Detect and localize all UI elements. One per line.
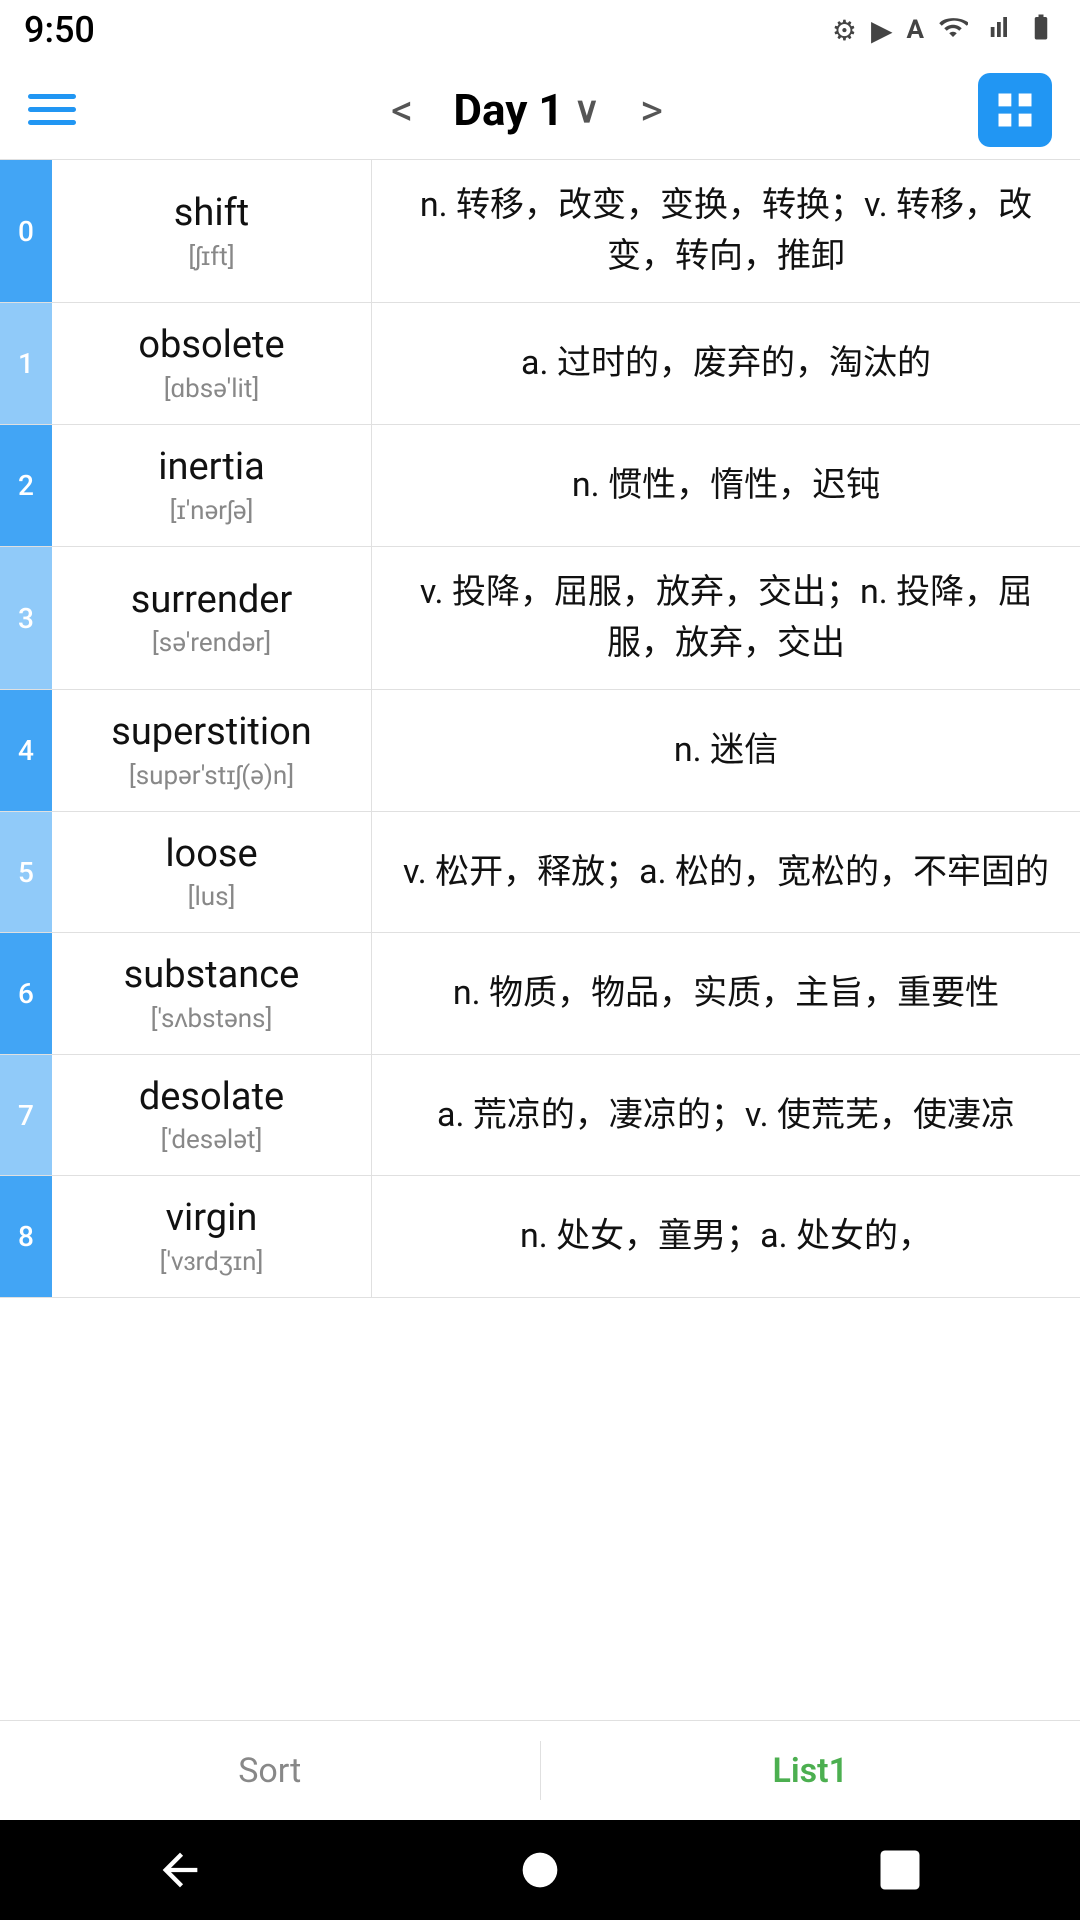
- word-definition: n. 处女，童男；a. 处女的，: [372, 1176, 1080, 1297]
- day-title[interactable]: Day 1 ∨: [453, 84, 600, 136]
- word-phonetic: [sə'rendər]: [152, 628, 271, 658]
- status-icons: ⚙ ▶ A: [832, 12, 1056, 49]
- word-definition: n. 转移，改变，变换，转换；v. 转移，改变，转向，推卸: [372, 160, 1080, 302]
- word-phonetic: [ɪ'nərʃə]: [170, 495, 254, 526]
- back-button[interactable]: [140, 1830, 220, 1910]
- word-index: 4: [0, 690, 52, 811]
- word-col: virgin ['vɜrdʒɪn]: [52, 1176, 372, 1297]
- word-col: obsolete [ɑbsə'lit]: [52, 303, 372, 424]
- word-col: desolate ['desələt]: [52, 1055, 372, 1175]
- next-button[interactable]: >: [640, 84, 663, 136]
- grid-view-button[interactable]: [978, 73, 1052, 147]
- word-definition: n. 惯性，惰性，迟钝: [372, 425, 1080, 546]
- recents-button[interactable]: [860, 1830, 940, 1910]
- table-row[interactable]: 5 loose [lus] v. 松开，释放；a. 松的，宽松的，不牢固的: [0, 812, 1080, 933]
- signal-icon: [982, 12, 1012, 49]
- word-index: 0: [0, 160, 52, 302]
- bottom-tab-bar: Sort List1: [0, 1720, 1080, 1820]
- word-phonetic: [ʃɪft]: [188, 241, 234, 272]
- word-english: loose: [165, 832, 257, 876]
- word-index: 3: [0, 547, 52, 689]
- word-phonetic: [lus]: [188, 882, 236, 912]
- word-index: 1: [0, 303, 52, 424]
- word-col: substance ['sʌbstəns]: [52, 933, 372, 1054]
- table-row[interactable]: 4 superstition [supər'stɪʃ(ə)n] n. 迷信: [0, 690, 1080, 812]
- status-bar: 9:50 ⚙ ▶ A: [0, 0, 1080, 60]
- word-definition: a. 过时的，废弃的，淘汰的: [372, 303, 1080, 424]
- word-english: obsolete: [138, 323, 284, 367]
- back-icon: [154, 1844, 206, 1896]
- word-phonetic: [ɑbsə'lit]: [164, 373, 260, 404]
- play-icon: ▶: [871, 14, 893, 47]
- chevron-down-icon: ∨: [574, 89, 600, 131]
- word-phonetic: ['desələt]: [161, 1125, 263, 1155]
- grid-icon: [993, 88, 1037, 132]
- word-index: 7: [0, 1055, 52, 1175]
- list1-tab[interactable]: List1: [541, 1721, 1080, 1820]
- word-phonetic: ['vɜrdʒɪn]: [160, 1246, 264, 1277]
- word-english: desolate: [139, 1075, 284, 1119]
- word-definition: n. 物质，物品，实质，主旨，重要性: [372, 933, 1080, 1054]
- word-definition: v. 松开，释放；a. 松的，宽松的，不牢固的: [372, 812, 1080, 932]
- word-definition: a. 荒凉的，凄凉的；v. 使荒芜，使凄凉: [372, 1055, 1080, 1175]
- table-row[interactable]: 2 inertia [ɪ'nərʃə] n. 惯性，惰性，迟钝: [0, 425, 1080, 547]
- word-english: virgin: [166, 1196, 258, 1240]
- battery-icon: [1026, 12, 1056, 49]
- prev-button[interactable]: <: [391, 84, 413, 136]
- table-row[interactable]: 6 substance ['sʌbstəns] n. 物质，物品，实质，主旨，重…: [0, 933, 1080, 1055]
- word-index: 5: [0, 812, 52, 932]
- word-definition: v. 投降，屈服，放弃，交出；n. 投降，屈服，放弃，交出: [372, 547, 1080, 689]
- word-phonetic: ['sʌbstəns]: [151, 1003, 273, 1034]
- word-english: surrender: [131, 578, 293, 622]
- home-button[interactable]: [500, 1830, 580, 1910]
- word-english: inertia: [158, 445, 265, 489]
- word-index: 8: [0, 1176, 52, 1297]
- gear-icon: ⚙: [832, 14, 857, 47]
- toolbar: < Day 1 ∨ >: [0, 60, 1080, 160]
- table-row[interactable]: 0 shift [ʃɪft] n. 转移，改变，变换，转换；v. 转移，改变，转…: [0, 160, 1080, 303]
- sort-tab[interactable]: Sort: [0, 1721, 540, 1820]
- wifi-icon: [938, 12, 968, 49]
- word-english: superstition: [111, 710, 312, 754]
- table-row[interactable]: 3 surrender [sə'rendər] v. 投降，屈服，放弃，交出；n…: [0, 547, 1080, 690]
- word-phonetic: [supər'stɪʃ(ə)n]: [129, 760, 294, 791]
- table-row[interactable]: 8 virgin ['vɜrdʒɪn] n. 处女，童男；a. 处女的，: [0, 1176, 1080, 1298]
- word-col: superstition [supər'stɪʃ(ə)n]: [52, 690, 372, 811]
- nav-bar: [0, 1820, 1080, 1920]
- table-row[interactable]: 7 desolate ['desələt] a. 荒凉的，凄凉的；v. 使荒芜，…: [0, 1055, 1080, 1176]
- word-english: substance: [124, 953, 300, 997]
- nav-controls: < Day 1 ∨ >: [391, 84, 663, 136]
- table-row[interactable]: 1 obsolete [ɑbsə'lit] a. 过时的，废弃的，淘汰的: [0, 303, 1080, 425]
- word-list: 0 shift [ʃɪft] n. 转移，改变，变换，转换；v. 转移，改变，转…: [0, 160, 1080, 1720]
- word-index: 2: [0, 425, 52, 546]
- a-icon: A: [907, 15, 924, 45]
- status-time: 9:50: [24, 9, 95, 51]
- recents-icon: [874, 1844, 926, 1896]
- word-index: 6: [0, 933, 52, 1054]
- word-col: surrender [sə'rendər]: [52, 547, 372, 689]
- menu-button[interactable]: [28, 94, 76, 125]
- word-definition: n. 迷信: [372, 690, 1080, 811]
- home-icon: [514, 1844, 566, 1896]
- word-col: shift [ʃɪft]: [52, 160, 372, 302]
- word-col: loose [lus]: [52, 812, 372, 932]
- word-english: shift: [174, 191, 249, 235]
- word-col: inertia [ɪ'nərʃə]: [52, 425, 372, 546]
